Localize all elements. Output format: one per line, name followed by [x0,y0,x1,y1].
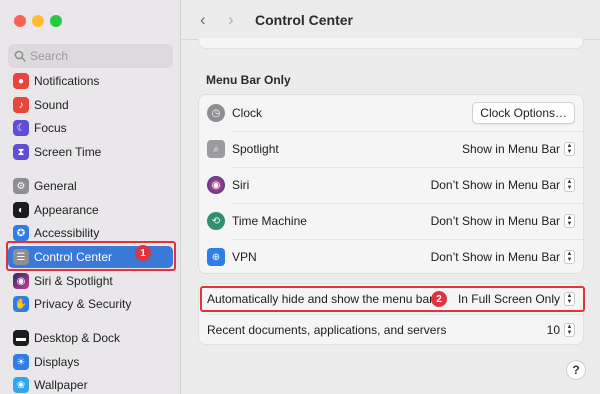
chevron-up-down-icon: ▲ ▼ [564,214,575,228]
clock-icon: ◷ [207,104,225,122]
spotlight-icon: ⌕ [207,140,225,158]
time-machine-select[interactable]: Don’t Show in Menu Bar ▲ ▼ [431,214,575,228]
hand-icon: ✋ [13,296,29,312]
chevron-up-down-icon: ▲ ▼ [564,323,575,337]
select-value: 10 [546,323,560,337]
highlight-box-autohide [200,286,585,312]
search-field[interactable] [8,44,173,68]
main-pane: ‹ › Control Center Menu Bar Only ◷ Clock… [182,0,600,394]
chevron-up-down-icon: ▲ ▼ [564,142,575,156]
menubar-row-spotlight: ⌕ Spotlight Show in Menu Bar ▲ ▼ [199,131,585,167]
section-title: Menu Bar Only [206,73,291,87]
row-value: Clock Options… [472,102,575,124]
wallpaper-icon: ❀ [13,377,29,393]
zoom-button[interactable] [50,15,62,27]
sidebar-item-screen-time[interactable]: ⧗ Screen Time [8,141,173,163]
menubar-row-vpn: ⊕ VPN Don’t Show in Menu Bar ▲ ▼ [199,239,585,275]
gear-icon: ⚙ [13,178,29,194]
row-label: Clock [232,106,263,120]
page-title: Control Center [255,12,353,28]
forward-button[interactable]: › [228,11,244,29]
notifications-icon: ● [13,73,29,89]
appearance-icon: ◐ [13,202,29,218]
sidebar-item-label: Displays [34,355,80,369]
recent-items-select[interactable]: 10 ▲ ▼ [547,323,575,337]
chevron-up-down-icon: ▲ ▼ [564,250,575,264]
dock-icon: ▬ [13,330,29,346]
row-label: Spotlight [232,142,279,156]
sidebar-item-siri-spotlight[interactable]: ◉ Siri & Spotlight [8,270,173,292]
sidebar-item-label: Screen Time [34,145,102,159]
sidebar-item-privacy-security[interactable]: ✋ Privacy & Security [8,293,173,315]
recent-items-label: Recent documents, applications, and serv… [207,323,447,337]
accessibility-icon: ✪ [13,225,29,241]
sidebar-item-general[interactable]: ⚙ General [8,175,173,197]
vpn-select[interactable]: Don’t Show in Menu Bar ▲ ▼ [431,250,575,264]
sidebar-item-wallpaper[interactable]: ❀ Wallpaper [8,374,173,394]
display-icon: ☀ [13,354,29,370]
sidebar-item-label: Sound [34,98,69,112]
search-input[interactable] [30,49,160,63]
vpn-icon: ⊕ [207,248,225,266]
sidebar-item-appearance[interactable]: ◐ Appearance [8,199,173,221]
select-value: Don’t Show in Menu Bar [430,214,560,228]
siri-icon: ◉ [13,273,29,289]
search-icon [14,50,26,62]
sidebar: ● Notifications ♪ Sound ☾ Focus ⧗ Screen… [0,0,181,394]
recent-items-row: Recent documents, applications, and serv… [199,314,585,346]
sound-icon: ♪ [13,97,29,113]
row-label: Time Machine [232,214,307,228]
menubar-row-time-machine: ⟲ Time Machine Don’t Show in Menu Bar ▲ ▼ [199,203,585,239]
help-button[interactable]: ? [566,360,586,380]
clock-options-button[interactable]: Clock Options… [472,102,575,124]
sidebar-item-sound[interactable]: ♪ Sound [8,94,173,116]
select-value: Don’t Show in Menu Bar [430,178,560,192]
row-label: VPN [232,250,257,264]
sidebar-item-label: Desktop & Dock [34,331,121,345]
window-controls [14,15,62,27]
sidebar-item-label: Siri & Spotlight [34,274,113,288]
screen-time-icon: ⧗ [13,144,29,160]
sidebar-item-label: Wallpaper [34,378,88,392]
menubar-row-clock: ◷ Clock Clock Options… [199,95,585,131]
chevron-up-down-icon: ▲ ▼ [564,178,575,192]
toolbar: ‹ › Control Center [182,0,600,40]
siri-select[interactable]: Don’t Show in Menu Bar ▲ ▼ [431,178,575,192]
sidebar-item-focus[interactable]: ☾ Focus [8,117,173,139]
annotation-badge-1: 1 [135,245,151,261]
focus-icon: ☾ [13,120,29,136]
sidebar-item-label: Privacy & Security [34,297,132,311]
previous-section-card [198,38,584,49]
sidebar-item-label: Focus [34,121,67,135]
sidebar-item-notifications[interactable]: ● Notifications [8,70,173,92]
sidebar-item-desktop-dock[interactable]: ▬ Desktop & Dock [8,327,173,349]
minimize-button[interactable] [32,15,44,27]
highlight-box-control-center [6,241,176,271]
select-value: Don’t Show in Menu Bar [430,250,560,264]
sidebar-item-label: General [34,179,77,193]
siri-icon: ◉ [207,176,225,194]
close-button[interactable] [14,15,26,27]
row-label: Siri [232,178,250,192]
back-button[interactable]: ‹ [200,11,216,29]
spotlight-select[interactable]: Show in Menu Bar ▲ ▼ [462,142,575,156]
select-value: Show in Menu Bar [461,142,560,156]
sidebar-item-label: Notifications [34,74,100,88]
annotation-badge-2: 2 [431,291,447,307]
sidebar-item-label: Accessibility [34,226,100,240]
time-machine-icon: ⟲ [207,212,225,230]
sidebar-item-label: Appearance [34,203,99,217]
sidebar-item-displays[interactable]: ☀ Displays [8,351,173,373]
menu-bar-only-card: ◷ Clock Clock Options… ⌕ Spotlight Show … [198,94,584,274]
menubar-row-siri: ◉ Siri Don’t Show in Menu Bar ▲ ▼ [199,167,585,203]
